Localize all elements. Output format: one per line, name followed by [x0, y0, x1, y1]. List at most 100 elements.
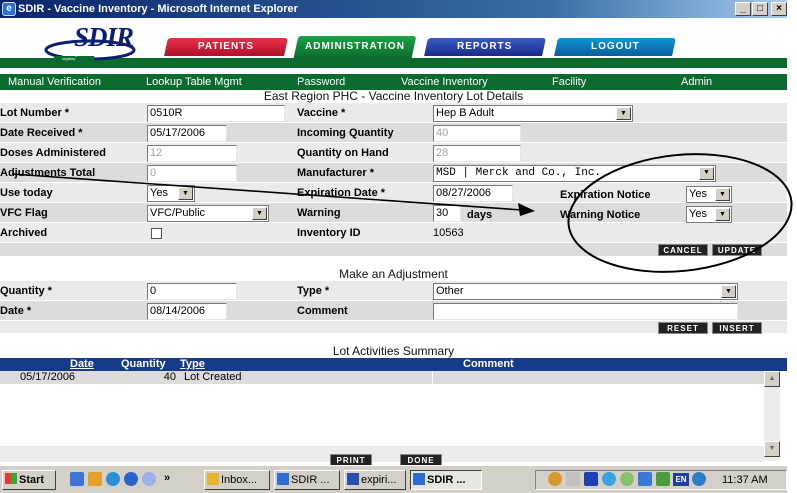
more-quick-launch-icon[interactable]: » [164, 472, 170, 484]
quick-launch-icon[interactable] [124, 472, 138, 486]
vaccine-select[interactable]: Hep B Adult ▼ [433, 105, 633, 122]
incoming-quantity-label: Incoming Quantity [297, 127, 394, 139]
scroll-down-icon[interactable]: ▼ [764, 441, 780, 457]
tab-patients-label: PATIENTS [198, 41, 254, 52]
table-row[interactable]: 05/17/2006 40 Lot Created [0, 371, 764, 384]
chevron-down-icon[interactable]: ▼ [616, 107, 631, 120]
chevron-down-icon[interactable]: ▼ [715, 208, 730, 221]
summary-scrollbar[interactable]: ▲ ▼ [764, 371, 780, 461]
chevron-down-icon[interactable]: ▼ [252, 207, 267, 220]
language-indicator[interactable]: EN [673, 473, 689, 486]
insert-button[interactable]: INSERT [712, 322, 762, 334]
maximize-button[interactable]: □ [752, 2, 768, 16]
tab-administration[interactable]: ADMINISTRATION [293, 36, 417, 58]
start-button[interactable]: Start [2, 470, 56, 490]
window-title: SDIR - Vaccine Inventory - Microsoft Int… [18, 3, 298, 15]
quantity-on-hand-field: 28 [433, 145, 521, 162]
scroll-up-icon[interactable]: ▲ [764, 371, 780, 387]
use-today-label: Use today [0, 187, 53, 199]
tab-patients[interactable]: PATIENTS [164, 38, 288, 56]
form-row [0, 203, 787, 223]
close-button[interactable]: × [771, 2, 787, 16]
ie-quick-launch-icon[interactable] [106, 472, 120, 486]
incoming-quantity-field: 40 [433, 125, 521, 142]
use-today-value: Yes [150, 187, 168, 199]
manufacturer-label: Manufacturer * [297, 167, 375, 179]
taskbar-item-inbox[interactable]: Inbox... [204, 470, 270, 490]
col-quantity[interactable]: Quantity [121, 358, 166, 371]
row-type: Lot Created [184, 371, 242, 383]
subnav-manual-verification[interactable]: Manual Verification [8, 74, 101, 90]
col-comment[interactable]: Comment [463, 358, 514, 371]
expiration-date-input[interactable]: 08/27/2006 [433, 185, 513, 202]
screen: { "window": {"title": "SDIR - Vaccine In… [0, 0, 797, 493]
tab-logout[interactable]: LOGOUT [554, 38, 676, 56]
windows-logo-icon [5, 473, 17, 484]
quick-launch-icon[interactable] [70, 472, 84, 486]
tray-icon[interactable] [602, 472, 616, 486]
date-received-input[interactable]: 05/17/2006 [147, 125, 227, 142]
adjust-comment-input[interactable] [433, 303, 738, 320]
expiration-notice-select[interactable]: Yes ▼ [686, 186, 732, 203]
reset-button[interactable]: RESET [658, 322, 708, 334]
tray-icon[interactable] [656, 472, 670, 486]
update-button[interactable]: UPDATE [712, 244, 762, 256]
subnav-password[interactable]: Password [297, 74, 345, 90]
subnav-vaccine-inventory[interactable]: Vaccine Inventory [401, 74, 488, 90]
date-received-label: Date Received * [0, 127, 83, 139]
spacer [0, 257, 787, 267]
tray-icon[interactable] [638, 472, 652, 486]
use-today-select[interactable]: Yes ▼ [147, 185, 195, 202]
subnav-facility[interactable]: Facility [552, 74, 586, 90]
warning-days-input[interactable]: 30 [433, 205, 461, 222]
col-date[interactable]: Date [70, 358, 94, 371]
form-row [0, 223, 787, 243]
form-row [0, 183, 787, 203]
tray-icon[interactable] [548, 472, 562, 486]
taskbar-item-sdir-2[interactable]: SDIR ... [410, 470, 482, 490]
warning-notice-value: Yes [689, 208, 707, 220]
doses-administered-label: Doses Administered [0, 147, 106, 159]
warning-unit: days [467, 209, 493, 221]
ie-icon [277, 473, 289, 485]
chevron-down-icon[interactable]: ▼ [178, 187, 193, 200]
archived-checkbox[interactable] [151, 228, 162, 239]
cancel-button[interactable]: CANCEL [658, 244, 708, 256]
adjustments-total-field: 0 [147, 165, 237, 182]
warning-notice-select[interactable]: Yes ▼ [686, 206, 732, 223]
tray-icon[interactable] [620, 472, 634, 486]
taskbar-item-expiri[interactable]: expiri... [344, 470, 406, 490]
chevron-down-icon[interactable]: ▼ [699, 167, 714, 180]
minimize-button[interactable]: _ [735, 2, 751, 16]
vfc-flag-select[interactable]: VFC/Public ▼ [147, 205, 269, 222]
speaker-icon[interactable] [566, 472, 580, 486]
subnav-admin[interactable]: Admin [681, 74, 712, 90]
manufacturer-select[interactable]: MSD | Merck and Co., Inc. ▼ [433, 165, 716, 182]
adjust-quantity-input[interactable]: 0 [147, 283, 237, 300]
outlook-icon [207, 473, 219, 485]
adjustments-total-label: Adjustments Total [0, 167, 96, 179]
manufacturer-value: MSD | Merck and Co., Inc. [436, 167, 602, 179]
quick-launch-icon[interactable] [88, 472, 102, 486]
summary-footer [0, 446, 764, 462]
adjust-type-value: Other [436, 285, 464, 297]
taskbar-item-label: SDIR ... [427, 474, 466, 486]
col-type[interactable]: Type [180, 358, 205, 371]
ie-icon [413, 473, 425, 485]
tray-icon[interactable] [584, 472, 598, 486]
adjust-quantity-label: Quantity * [0, 285, 52, 297]
taskbar-item-sdir-1[interactable]: SDIR ... [274, 470, 340, 490]
vaccine-label: Vaccine * [297, 107, 346, 119]
chevron-down-icon[interactable]: ▼ [715, 188, 730, 201]
vfc-flag-value: VFC/Public [150, 207, 206, 219]
quick-launch-icon[interactable] [142, 472, 156, 486]
lot-number-label: Lot Number * [0, 107, 70, 119]
form-row [0, 103, 787, 123]
adjust-date-input[interactable]: 08/14/2006 [147, 303, 227, 320]
adjust-type-select[interactable]: Other ▼ [433, 283, 738, 300]
chevron-down-icon[interactable]: ▼ [721, 285, 736, 298]
tray-icon[interactable] [692, 472, 706, 486]
tab-reports[interactable]: REPORTS [424, 38, 546, 56]
subnav-lookup-table-mgmt[interactable]: Lookup Table Mgmt [146, 74, 242, 90]
lot-number-input[interactable]: 0510R [147, 105, 285, 122]
